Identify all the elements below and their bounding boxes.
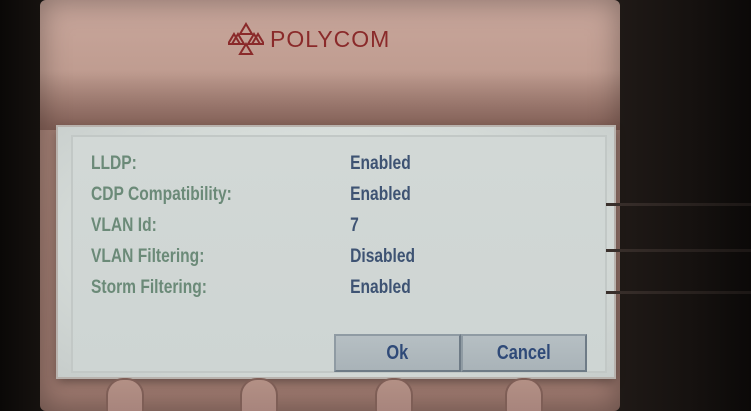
bezel-shade (40, 70, 620, 130)
setting-value: Disabled (350, 246, 416, 267)
brand-logo: POLYCOM (228, 22, 390, 56)
setting-label: CDP Compatibility: (91, 184, 232, 205)
lcd-screen: LLDP: Enabled CDP Compatibility: Enabled… (58, 127, 614, 377)
soft-key-2[interactable] (240, 378, 278, 411)
setting-label: Storm Filtering: (91, 277, 207, 298)
cancel-button-label: Cancel (497, 341, 551, 364)
polycom-logo-icon (228, 22, 264, 55)
cancel-button[interactable]: Cancel (461, 334, 587, 372)
soft-key-4[interactable] (505, 378, 543, 411)
setting-value: 7 (350, 215, 359, 236)
soft-key-1[interactable] (106, 378, 144, 411)
ok-button-label: Ok (386, 341, 409, 364)
phone-photo: POLYCOM LLDP: Enabled CDP Compatibility:… (0, 0, 751, 411)
line-key-3[interactable] (606, 291, 751, 294)
setting-value: Enabled (350, 184, 411, 205)
ok-button[interactable]: Ok (334, 334, 461, 372)
line-key-2[interactable] (606, 249, 751, 252)
setting-value: Enabled (350, 277, 411, 298)
soft-key-3[interactable] (375, 378, 413, 411)
setting-value: Enabled (350, 153, 411, 174)
brand-name: POLYCOM (270, 25, 391, 52)
setting-label: LLDP: (91, 153, 137, 174)
line-key-1[interactable] (606, 203, 751, 206)
background-left (0, 0, 42, 411)
network-settings-dialog: LLDP: Enabled CDP Compatibility: Enabled… (71, 135, 607, 373)
setting-label: VLAN Filtering: (91, 246, 205, 267)
setting-label: VLAN Id: (91, 215, 157, 236)
